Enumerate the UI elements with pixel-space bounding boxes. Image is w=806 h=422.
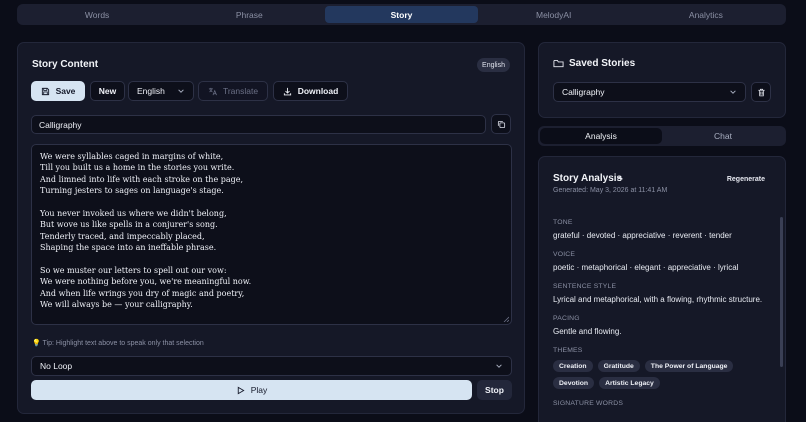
story-line: Shaping the space into an ineffable phra… bbox=[40, 243, 217, 253]
saved-story-select[interactable]: Calligraphy bbox=[553, 82, 746, 102]
new-button-label: New bbox=[98, 86, 117, 96]
story-title-value: Calligraphy bbox=[39, 119, 82, 130]
language-badge: English bbox=[477, 58, 510, 72]
tab-phrase[interactable]: Phrase bbox=[173, 6, 325, 23]
play-icon bbox=[237, 386, 245, 394]
story-line: Turning jesters to sages on language's s… bbox=[40, 186, 224, 196]
new-button[interactable]: New bbox=[90, 81, 125, 101]
folder-icon bbox=[553, 60, 564, 68]
save-button[interactable]: Save bbox=[31, 81, 85, 101]
play-button[interactable]: Play bbox=[31, 380, 472, 400]
play-button-label: Play bbox=[250, 385, 268, 395]
story-line: And when life wrings you dry of magic an… bbox=[40, 288, 245, 298]
main-tab-bar: Words Phrase Story MelodyAI Analytics bbox=[17, 4, 786, 25]
theme-chip: Creation bbox=[553, 360, 593, 372]
theme-chip: Devotion bbox=[553, 377, 595, 389]
tab-analytics[interactable]: Analytics bbox=[630, 6, 782, 23]
tab-melodyai[interactable]: MelodyAI bbox=[478, 6, 630, 23]
chevron-down-icon bbox=[730, 90, 736, 94]
tab-chat[interactable]: Chat bbox=[662, 128, 784, 144]
story-line: We were syllables caged in margins of wh… bbox=[40, 152, 224, 161]
pacing-label: PACING bbox=[553, 315, 580, 322]
story-line: Tenderly traced, and impeccably placed, bbox=[40, 231, 205, 241]
translate-icon bbox=[208, 87, 217, 95]
story-line: But wove us like spells in a conjurer's … bbox=[40, 220, 218, 230]
story-content-title: Story Content bbox=[32, 59, 99, 70]
language-select-value: English bbox=[137, 86, 165, 96]
tab-story[interactable]: Story bbox=[325, 6, 478, 23]
translate-button[interactable]: Translate bbox=[198, 81, 268, 101]
sentence-style-label: SENTENCE STYLE bbox=[553, 283, 617, 290]
saved-stories-title: Saved Stories bbox=[569, 58, 636, 69]
signature-words-label: SIGNATURE WORDS bbox=[553, 400, 624, 407]
translate-button-label: Translate bbox=[222, 86, 259, 96]
theme-chip: Gratitude bbox=[597, 360, 640, 372]
stop-button-label: Stop bbox=[485, 385, 504, 395]
theme-chip: The Power of Language bbox=[644, 360, 734, 372]
trash-icon bbox=[757, 88, 765, 96]
story-line: We will always be — your calligraphy. bbox=[40, 300, 193, 310]
resize-handle-icon[interactable] bbox=[503, 316, 509, 322]
download-button[interactable]: Download bbox=[273, 81, 348, 101]
story-content-panel: Story Content English Save New English T… bbox=[17, 42, 525, 414]
tab-analysis[interactable]: Analysis bbox=[540, 128, 662, 144]
tone-label: TONE bbox=[553, 219, 573, 226]
pacing-value: Gentle and flowing. bbox=[553, 327, 622, 336]
save-icon bbox=[41, 87, 49, 95]
sentence-style-value: Lyrical and metaphorical, with a flowing… bbox=[553, 295, 763, 304]
story-title-input[interactable]: Calligraphy bbox=[31, 115, 486, 134]
chevron-down-icon bbox=[496, 364, 502, 368]
download-icon bbox=[283, 87, 291, 95]
delete-story-button[interactable] bbox=[751, 82, 771, 102]
story-line: So we muster our letters to spell out ou… bbox=[40, 266, 227, 276]
copy-button[interactable] bbox=[491, 114, 511, 134]
regenerate-button[interactable]: Regenerate bbox=[727, 176, 765, 183]
tone-value: grateful · devoted · appreciative · reve… bbox=[553, 231, 732, 240]
story-line: You never invoked us where we didn't bel… bbox=[40, 209, 227, 219]
stanza: You never invoked us where we didn't bel… bbox=[40, 208, 503, 254]
stanza: We were syllables caged in margins of wh… bbox=[40, 151, 503, 197]
story-line: And limned into life with each stroke on… bbox=[40, 174, 244, 184]
tab-words[interactable]: Words bbox=[21, 6, 173, 23]
chevron-up-icon[interactable] bbox=[616, 174, 624, 182]
saved-stories-panel: Saved Stories Calligraphy bbox=[538, 42, 786, 118]
copy-icon bbox=[497, 120, 505, 128]
themes-row-1: Creation Gratitude The Power of Language bbox=[553, 360, 734, 372]
analysis-scrollbar[interactable] bbox=[780, 217, 783, 367]
highlight-tip: 💡 Tip: Highlight text above to speak onl… bbox=[32, 340, 204, 347]
stanza: So we muster our letters to spell out ou… bbox=[40, 265, 503, 311]
saved-story-value: Calligraphy bbox=[562, 87, 605, 97]
generated-timestamp: Generated: May 3, 2026 at 11:41 AM bbox=[553, 187, 668, 194]
story-line: We were nothing before you, we're meanin… bbox=[40, 277, 252, 287]
theme-chip: Artistic Legacy bbox=[599, 377, 660, 389]
voice-label: VOICE bbox=[553, 251, 576, 258]
story-textarea[interactable]: We were syllables caged in margins of wh… bbox=[31, 144, 512, 325]
loop-select[interactable]: No Loop bbox=[31, 356, 512, 376]
analysis-chat-tabs: Analysis Chat bbox=[538, 126, 786, 146]
story-analysis-panel: Story Analysis Generated: May 3, 2026 at… bbox=[538, 156, 786, 422]
themes-row-2: Devotion Artistic Legacy bbox=[553, 377, 660, 389]
stop-button[interactable]: Stop bbox=[477, 380, 512, 400]
loop-select-value: No Loop bbox=[40, 361, 73, 371]
chevron-down-icon bbox=[178, 89, 184, 93]
language-select[interactable]: English bbox=[128, 81, 194, 101]
story-analysis-title: Story Analysis bbox=[553, 173, 623, 184]
themes-label: THEMES bbox=[553, 347, 583, 354]
download-button-label: Download bbox=[297, 86, 339, 96]
save-button-label: Save bbox=[55, 86, 76, 96]
voice-value: poetic · metaphorical · elegant · apprec… bbox=[553, 263, 739, 272]
story-line: Till you built us a home in the stories … bbox=[40, 163, 235, 173]
